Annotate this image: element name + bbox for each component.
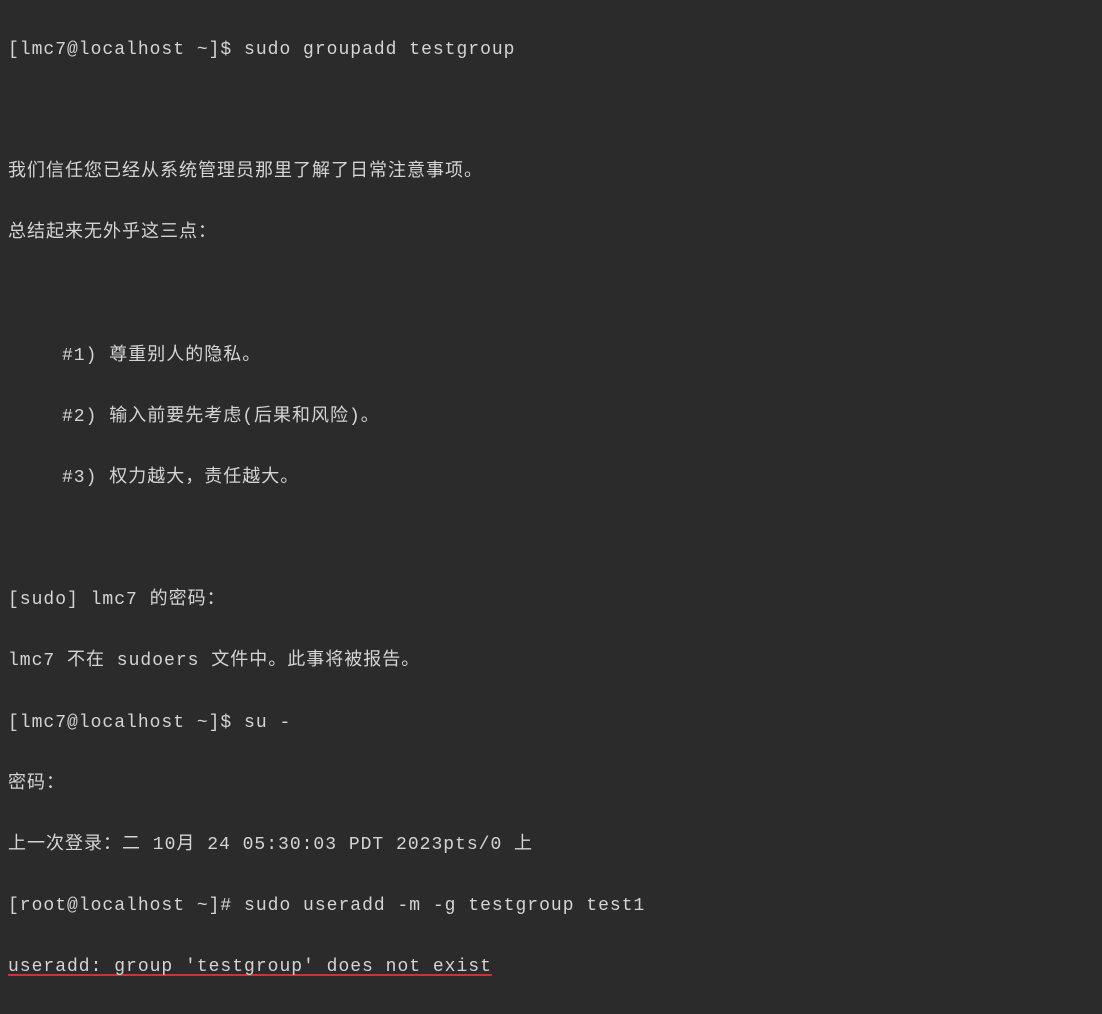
sudo-password-prompt: [sudo] lmc7 的密码： (8, 585, 1094, 616)
command-line-2: [lmc7@localhost ~]$ su - (8, 708, 1094, 739)
command-2: su - (244, 713, 291, 733)
blank-line (8, 96, 1094, 127)
prompt-3: [root@localhost ~]# (8, 896, 244, 916)
command-3: sudo useradd -m -g testgroup test1 (244, 896, 645, 916)
sudo-rule-2: #2) 输入前要先考虑(后果和风险)。 (8, 402, 1094, 433)
terminal-output[interactable]: [lmc7@localhost ~]$ sudo groupadd testgr… (8, 4, 1094, 1014)
prompt-2: [lmc7@localhost ~]$ (8, 713, 244, 733)
command-1: sudo groupadd testgroup (244, 40, 515, 60)
sudo-lecture-1: 我们信任您已经从系统管理员那里了解了日常注意事项。 (8, 157, 1094, 188)
command-line-3: [root@localhost ~]# sudo useradd -m -g t… (8, 891, 1094, 922)
su-password-prompt: 密码： (8, 769, 1094, 800)
sudo-lecture-2: 总结起来无外乎这三点： (8, 218, 1094, 249)
useradd-error: useradd: group 'testgroup' does not exis… (8, 952, 1094, 983)
sudo-rule-1: #1) 尊重别人的隐私。 (8, 341, 1094, 372)
last-login: 上一次登录：二 10月 24 05:30:03 PDT 2023pts/0 上 (8, 830, 1094, 861)
sudo-rule-3: #3) 权力越大，责任越大。 (8, 463, 1094, 494)
sudo-error: lmc7 不在 sudoers 文件中。此事将被报告。 (8, 646, 1094, 677)
command-line-1: [lmc7@localhost ~]$ sudo groupadd testgr… (8, 35, 1094, 66)
prompt-1: [lmc7@localhost ~]$ (8, 40, 244, 60)
blank-line (8, 524, 1094, 555)
blank-line (8, 279, 1094, 310)
